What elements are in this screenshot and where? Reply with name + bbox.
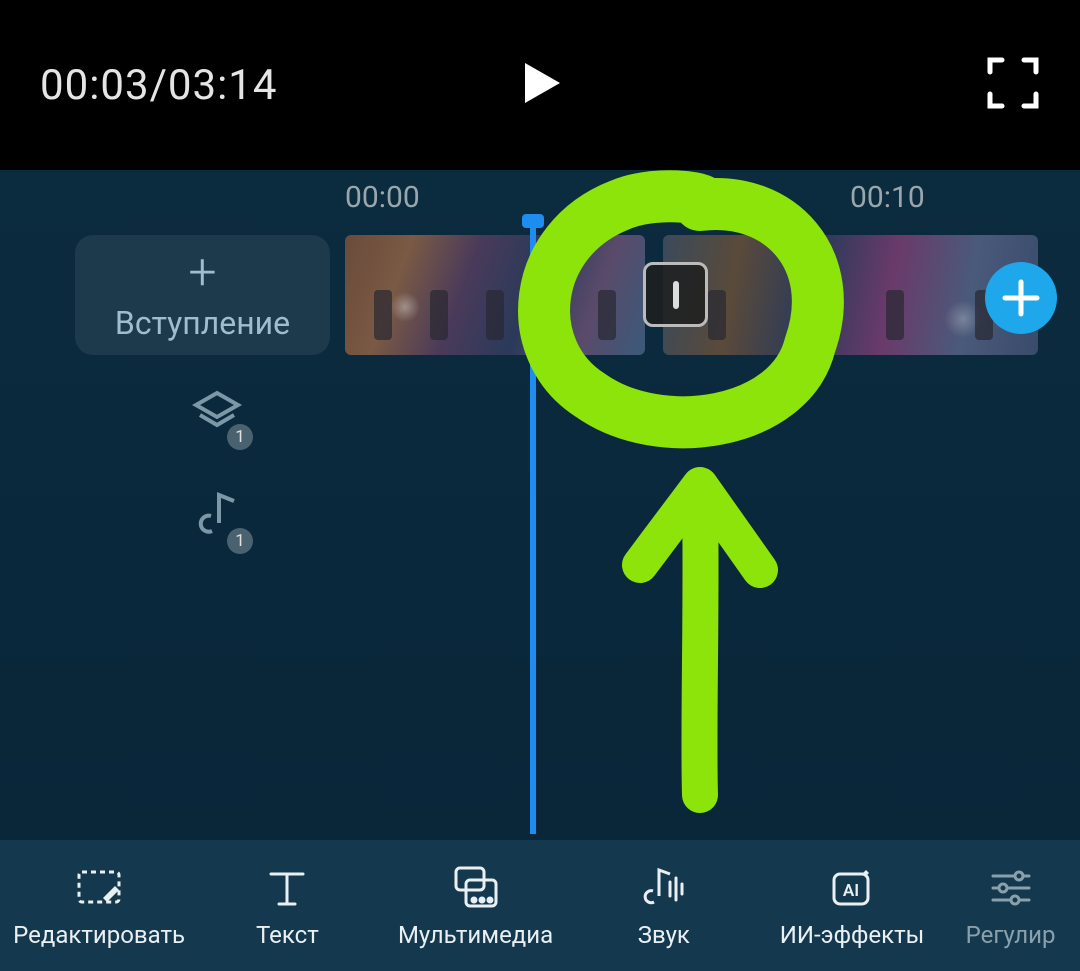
playback-time: 00:03/03:14	[40, 61, 278, 110]
tool-edit[interactable]: Редактировать	[5, 863, 193, 949]
player-top-bar: 00:03/03:14	[0, 0, 1080, 170]
playhead[interactable]	[530, 224, 536, 834]
layers-track-button[interactable]: 1	[190, 385, 245, 444]
svg-text:AI: AI	[843, 881, 859, 901]
plus-icon: +	[188, 248, 216, 298]
ruler-tick: 00:	[600, 180, 641, 215]
add-clip-button[interactable]	[985, 262, 1057, 334]
video-clip[interactable]	[345, 235, 645, 355]
tool-label: Мультимедиа	[398, 921, 553, 949]
layers-badge: 1	[227, 424, 253, 450]
add-intro-button[interactable]: + Вступление	[75, 235, 330, 355]
tool-label: Звук	[638, 921, 690, 949]
text-icon	[263, 864, 311, 912]
ai-icon: AI	[828, 864, 876, 912]
video-clip[interactable]	[663, 235, 1038, 355]
fullscreen-button[interactable]	[986, 56, 1040, 114]
clip-transition-handle[interactable]	[643, 262, 708, 327]
tool-label: Редактировать	[13, 921, 185, 949]
sliders-icon	[987, 864, 1035, 912]
tool-label: Регулир	[966, 921, 1056, 949]
tool-ai-effects[interactable]: AI ИИ-эффекты	[758, 863, 946, 949]
timeline-area[interactable]: 00:00 00: 00:10 + Вступление 1	[0, 170, 1080, 840]
plus-icon	[1001, 278, 1041, 318]
clip-strip	[345, 235, 1080, 355]
sound-icon	[640, 864, 688, 912]
tool-label: ИИ-эффекты	[780, 921, 925, 949]
ruler-tick: 00:00	[345, 180, 420, 215]
tool-text[interactable]: Текст	[193, 863, 381, 949]
tool-sound[interactable]: Звук	[570, 863, 758, 949]
music-track-button[interactable]: 1	[190, 489, 245, 548]
tool-label: Текст	[256, 921, 319, 949]
bottom-toolbar: Редактировать Текст Мультимедиа	[0, 840, 1080, 971]
tool-multimedia[interactable]: Мультимедиа	[381, 863, 569, 949]
music-badge: 1	[227, 528, 253, 554]
fullscreen-icon	[986, 56, 1040, 110]
edit-icon	[75, 864, 123, 912]
play-icon	[515, 58, 565, 108]
tool-adjust[interactable]: Регулир	[946, 863, 1075, 949]
intro-label: Вступление	[115, 304, 290, 342]
ruler-tick: 00:10	[850, 180, 925, 215]
play-button[interactable]	[515, 58, 565, 112]
multimedia-icon	[452, 864, 500, 912]
